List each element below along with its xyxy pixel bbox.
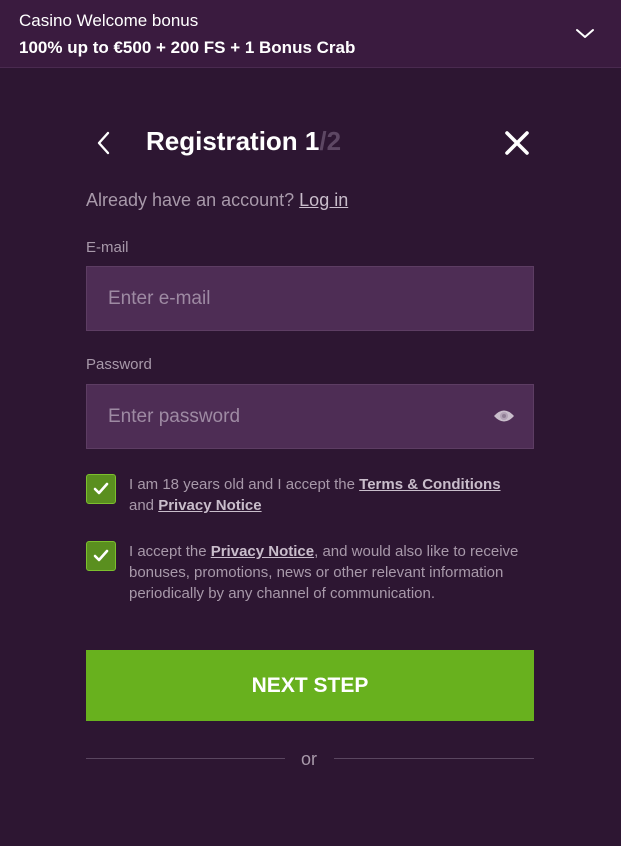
bonus-banner-offer: 100% up to €500 + 200 FS + 1 Bonus Crab [19, 38, 356, 57]
divider-line-left [86, 758, 285, 759]
password-field-box [86, 384, 534, 449]
registration-title: Registration 1 [146, 126, 320, 156]
chevron-down-icon[interactable] [574, 24, 596, 44]
privacy-notice-link[interactable]: Privacy Notice [211, 543, 314, 560]
login-prompt: Already have an account? Log in [86, 190, 348, 211]
checkmark-icon [93, 549, 109, 562]
step-total: /2 [319, 126, 342, 156]
password-label: Password [86, 356, 152, 373]
email-field[interactable] [87, 267, 533, 330]
bonus-banner-title: Casino Welcome bonus [19, 11, 199, 30]
email-field-box [86, 266, 534, 331]
marketing-consent-text-start: I accept the [129, 543, 211, 560]
terms-conditions-link[interactable]: Terms & Conditions [359, 476, 500, 493]
age-terms-text-start: I am 18 years old and I accept the [129, 476, 360, 493]
age-terms-text: I am 18 years old and I accept the Terms… [129, 474, 529, 516]
divider-or: or [301, 749, 318, 769]
login-link[interactable]: Log in [299, 190, 348, 210]
email-label: E-mail [86, 239, 129, 256]
age-terms-checkbox[interactable] [86, 474, 116, 504]
divider-line-right [334, 758, 534, 759]
password-field[interactable] [87, 385, 533, 448]
close-icon[interactable] [503, 130, 531, 156]
eye-icon[interactable] [493, 406, 515, 426]
privacy-notice-link[interactable]: Privacy Notice [158, 497, 261, 514]
bonus-banner[interactable]: Casino Welcome bonus 100% up to €500 + 2… [0, 0, 621, 68]
age-terms-text-mid: and [129, 497, 159, 514]
next-step-button[interactable]: NEXT STEP [86, 650, 534, 721]
marketing-consent-checkbox[interactable] [86, 541, 116, 571]
marketing-consent-text: I accept the Privacy Notice, and would a… [129, 541, 524, 604]
chevron-left-icon[interactable] [92, 130, 116, 156]
checkmark-icon [93, 482, 109, 495]
login-prompt-text: Already have an account? [86, 190, 295, 210]
page-title: Registration 1/2 [146, 126, 341, 157]
